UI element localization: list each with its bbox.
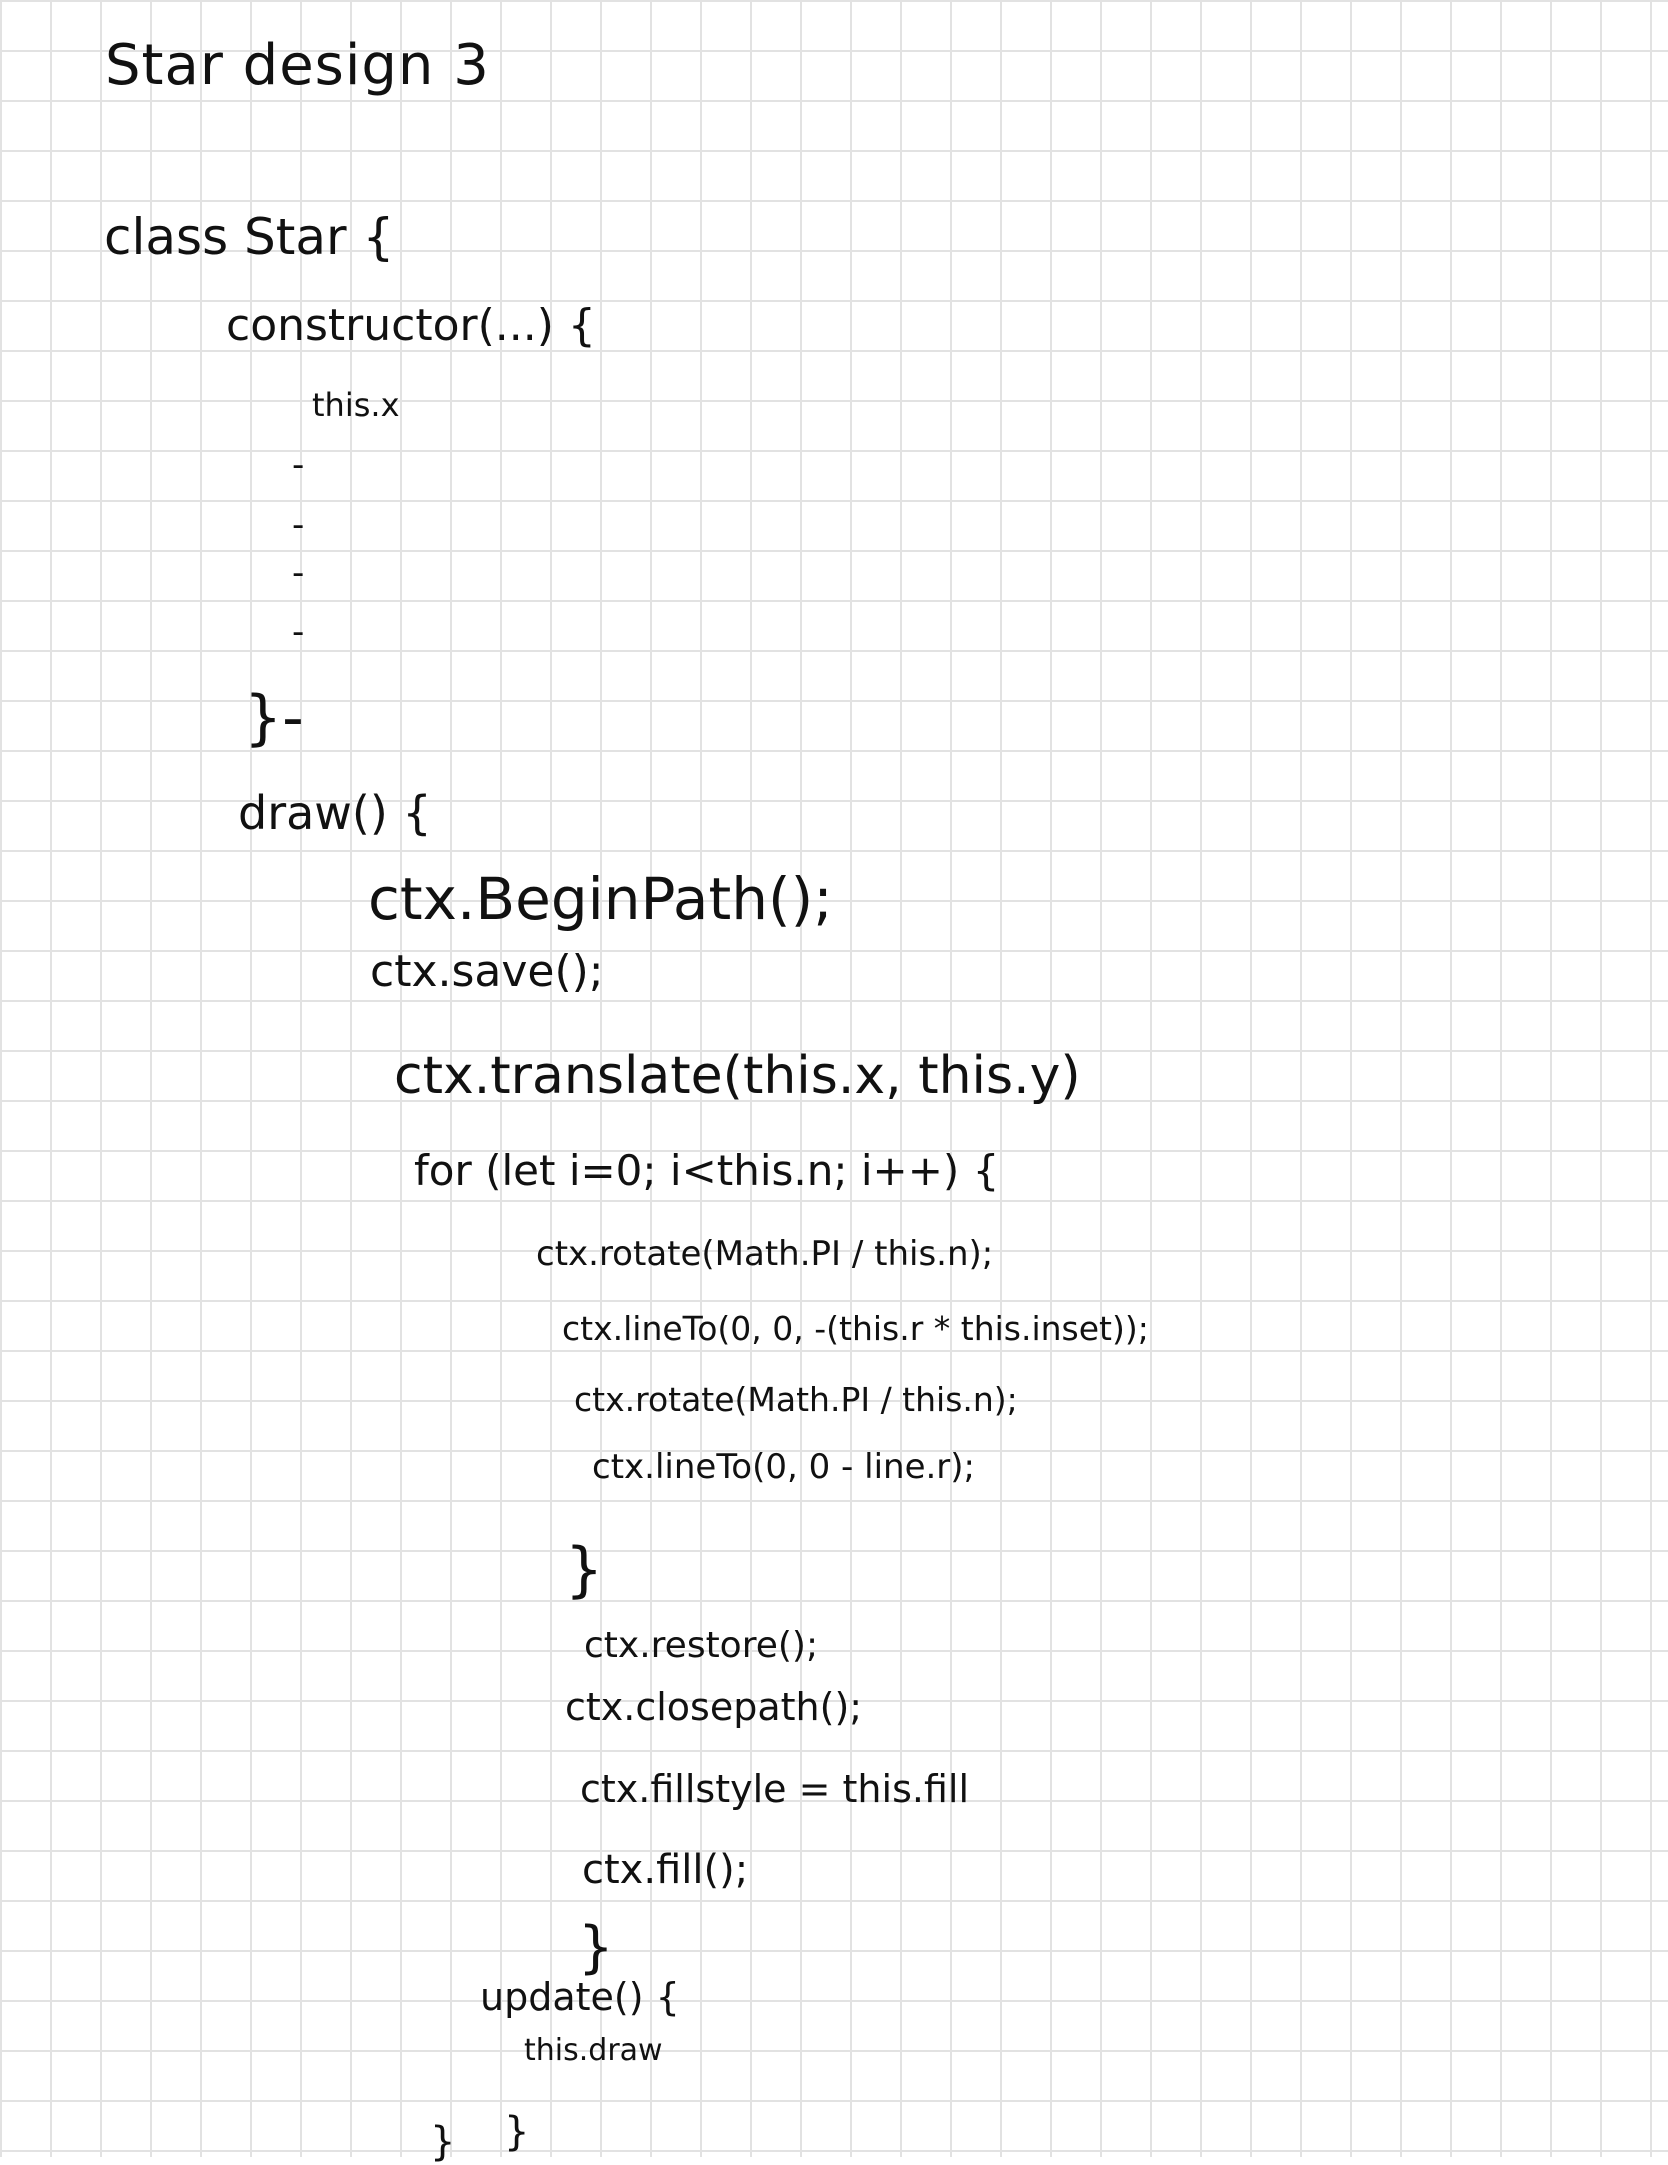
line-to-line-1: ctx.lineTo(0, 0, -(this.r * this.inset))… — [562, 1309, 1149, 1348]
page-title: Star design 3 — [105, 33, 490, 98]
class-closing-brace: } — [430, 2119, 456, 2165]
rotate-line-2: ctx.rotate(Math.PI / this.n); — [574, 1380, 1018, 1419]
placeholder-dash-3: - — [292, 553, 305, 593]
begin-path-line: ctx.BeginPath(); — [368, 865, 833, 933]
update-closing-brace: } — [504, 2109, 530, 2155]
grid-paper: Star design 3 class Star { constructor(.… — [0, 0, 1668, 2162]
close-path-line: ctx.closepath(); — [565, 1685, 863, 1729]
fill-line: ctx.fill(); — [582, 1847, 749, 1893]
translate-line: ctx.translate(this.x, this.y) — [394, 1046, 1081, 1106]
placeholder-dash-1: - — [292, 445, 305, 485]
for-loop-line: for (let i=0; i<this.n; i++) { — [414, 1146, 1000, 1195]
fill-style-line: ctx.fillstyle = this.fill — [580, 1767, 969, 1811]
save-line: ctx.save(); — [370, 946, 604, 997]
constructor-closing-brace: }- — [244, 683, 304, 753]
placeholder-dash-2: - — [292, 505, 305, 545]
restore-line: ctx.restore(); — [584, 1625, 819, 1666]
draw-method-line: draw() { — [238, 786, 432, 840]
constructor-line: constructor(...) { — [226, 300, 596, 351]
rotate-line-1: ctx.rotate(Math.PI / this.n); — [536, 1234, 994, 1274]
class-declaration-line: class Star { — [104, 208, 395, 266]
for-loop-closing-brace: } — [565, 1535, 604, 1605]
this-x-line: this.x — [312, 386, 400, 424]
line-to-line-2: ctx.lineTo(0, 0 - line.r); — [592, 1447, 975, 1487]
this-draw-line: this.draw — [524, 2033, 663, 2068]
update-method-line: update() { — [480, 1975, 680, 2019]
draw-closing-brace: } — [578, 1915, 614, 1980]
placeholder-dash-4: - — [292, 612, 305, 652]
